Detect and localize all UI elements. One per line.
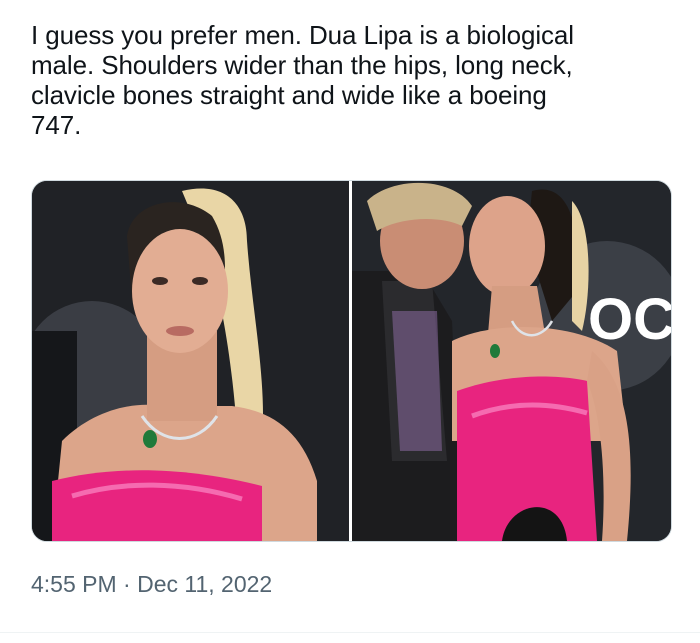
bottom-divider bbox=[0, 632, 700, 633]
tweet-time: 4:55 PM bbox=[31, 571, 117, 597]
photo-right[interactable]: OC bbox=[352, 181, 671, 541]
photo-left-image bbox=[32, 181, 349, 541]
tweet-line: clavicle bones straight and wide like a … bbox=[31, 80, 547, 110]
timestamp-separator: · bbox=[123, 571, 131, 597]
tweet-timestamp[interactable]: 4:55 PM · Dec 11, 2022 bbox=[31, 571, 272, 598]
photo-left[interactable] bbox=[32, 181, 349, 541]
tweet-date: Dec 11, 2022 bbox=[137, 571, 273, 597]
photo-right-image: OC bbox=[352, 181, 671, 541]
media-grid: OC bbox=[31, 180, 672, 542]
tweet-line: male. Shoulders wider than the hips, lon… bbox=[31, 50, 573, 80]
tweet-line: I guess you prefer men. Dua Lipa is a bi… bbox=[31, 20, 574, 50]
tweet-line: 747. bbox=[31, 110, 82, 140]
tweet-text: I guess you prefer men. Dua Lipa is a bi… bbox=[31, 20, 681, 140]
